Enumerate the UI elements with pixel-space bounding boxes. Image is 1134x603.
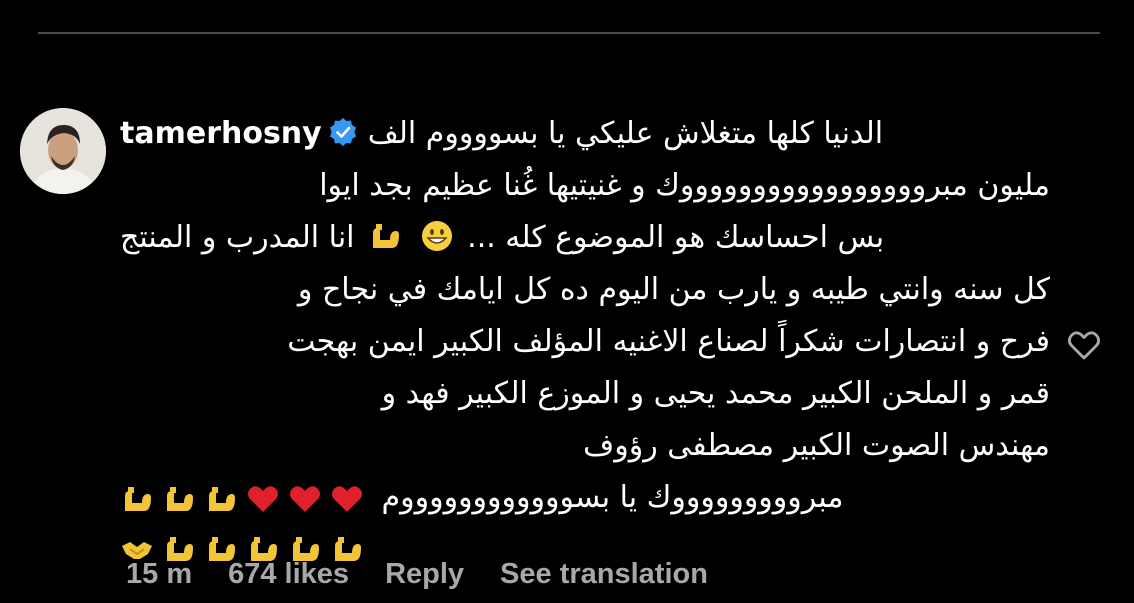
grinning-face-icon [421,221,452,251]
avatar-photo [20,108,106,194]
red-heart-icon [290,485,320,512]
comment-text-line: كل سنه وانتي طيبه و يارب من اليوم ده كل … [297,272,1050,307]
comment-text-line: مليون مبروووووووووووووووووك و غنيتيها غُ… [319,168,1050,203]
flexed-biceps-icon [125,486,151,511]
like-heart-icon[interactable] [1066,327,1102,363]
flexed-biceps-icon [209,486,235,511]
verified-badge-icon [329,118,356,146]
comment-body: tamerhosny الدنيا كلها متغلاش عليكي يا ب… [120,108,1050,574]
comment-text-line: بس احساسك هو الموضوع كله ... [467,220,885,255]
top-divider [38,32,1100,34]
red-heart-icon [332,485,362,512]
timestamp: 15 m [126,558,193,590]
comment-text-line: مهندس الصوت الكبير مصطفى رؤوف [583,428,1050,463]
avatar[interactable] [20,108,106,194]
username[interactable]: tamerhosny [120,116,322,151]
reply-button[interactable]: Reply [385,558,464,591]
comment-text: tamerhosny الدنيا كلها متغلاش عليكي يا ب… [120,108,1050,574]
comment-text-line: انا المدرب و المنتج [120,220,355,255]
comment-line-3: انا المدرب و المنتج بس احساسك هو الموضوع… [120,212,1050,264]
comment-text-line: فرح و انتصارات شكراً لصناع الاغنيه المؤل… [287,324,1050,359]
comment-text-line: الدنيا كلها متغلاش عليكي يا بسووووم الف [367,116,884,151]
comment-text-line: مبروووووووووك يا بسووووووووووووم [381,480,844,515]
see-translation-button[interactable]: See translation [500,558,708,591]
red-heart-icon [248,485,278,512]
flexed-biceps-icon [167,486,193,511]
comment-line-9: مبروووووووووك يا بسووووووووووووم [120,472,1050,524]
flexed-biceps-icon [373,224,400,248]
comment-text-line: قمر و الملحن الكبير محمد يحيى و الموزع ا… [381,376,1050,411]
comment-line-1: tamerhosny الدنيا كلها متغلاش عليكي يا ب… [120,108,1050,160]
likes-count[interactable]: 674 likes [228,558,349,591]
comment-meta: 15 m 674 likes Reply See translation [126,558,708,591]
